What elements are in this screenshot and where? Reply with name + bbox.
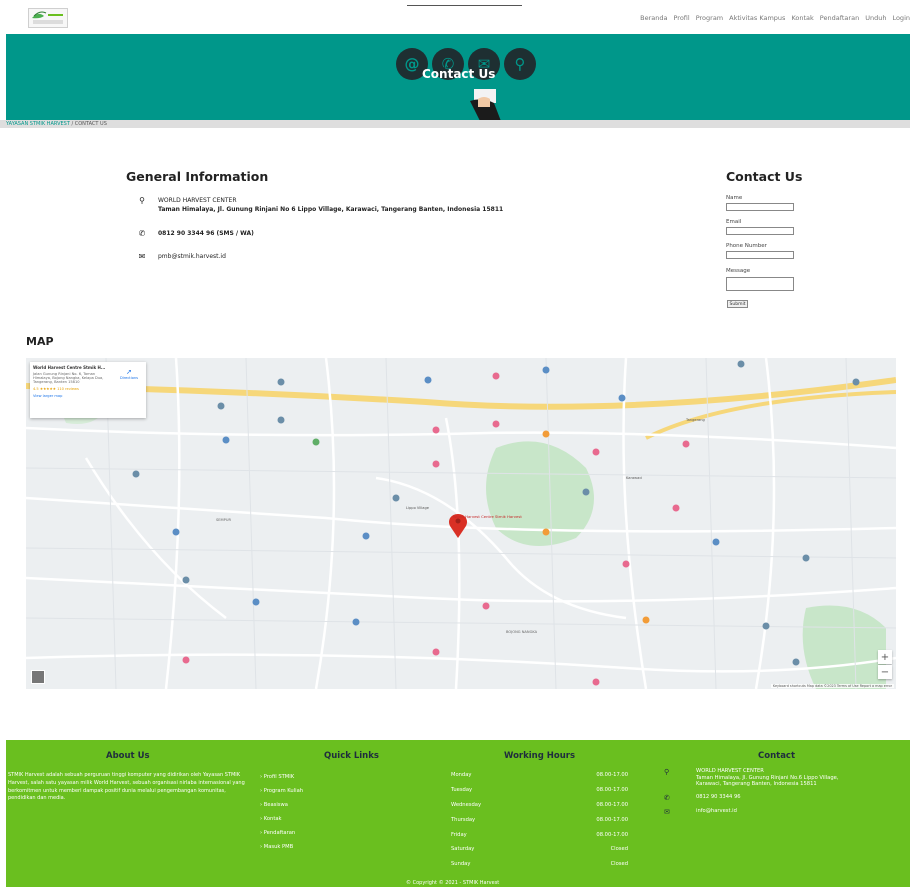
footer-contact-title: Contact (758, 751, 796, 761)
phone-input[interactable] (726, 251, 794, 259)
footer-links-title: Quick Links (324, 751, 379, 761)
map-label-bojong: BOJONG NANGKA (506, 630, 538, 634)
nav-item-unduh[interactable]: Unduh (865, 14, 886, 22)
footer-about-title: About Us (106, 751, 150, 761)
footer-contact-address: ⚲ WORLD HARVEST CENTER Taman Himalaya, J… (664, 768, 864, 788)
breadcrumb-current: CONTACT US (74, 121, 107, 127)
zoom-out-button[interactable]: − (878, 665, 892, 679)
hours-row: Friday 08.00-17.00 (451, 831, 628, 838)
message-label: Message (726, 268, 751, 274)
name-input[interactable] (726, 203, 794, 211)
phone-label: Phone Number (726, 243, 767, 249)
nav-item-beranda[interactable]: Beranda (640, 14, 667, 22)
zoom-in-button[interactable]: + (878, 650, 892, 664)
footer-contact-phone-text: 0812 90 3344 96 (696, 793, 741, 800)
hours-row: Tuesday 08.00-17.00 (451, 787, 628, 794)
footer-contact-email-text[interactable]: info@harvest.id (696, 808, 737, 816)
map-title: MAP (26, 335, 54, 348)
email-label: Email (726, 219, 742, 225)
footer-contact-address-text: Taman Himalaya, Jl. Gunung Rinjani No.6 … (696, 774, 839, 788)
general-info-title: General Information (126, 169, 269, 184)
map-marker-icon: ⚲ (139, 196, 145, 205)
info-org-name: WORLD HARVEST CENTER (158, 197, 237, 204)
footer-contact-email: ✉ info@harvest.id (664, 808, 864, 816)
footer-hours-title: Working Hours (504, 751, 576, 761)
contact-form-title: Contact Us (726, 169, 803, 184)
info-address: ⚲ WORLD HARVEST CENTER Taman Himalaya, J… (138, 196, 504, 214)
footer-link[interactable]: › Kontak (260, 812, 303, 826)
top-navbar: Beranda Profil Program Aktivitas Kampus … (0, 0, 910, 34)
hours-row: Thursday 08.00-17.00 (451, 816, 628, 823)
footer-contact: ⚲ WORLD HARVEST CENTER Taman Himalaya, J… (664, 768, 864, 822)
nav-item-login[interactable]: Login (892, 14, 910, 22)
nav-item-aktivitas[interactable]: Aktivitas Kampus (729, 14, 785, 22)
hand-holding-phone-icon (470, 89, 501, 120)
nav-item-profil[interactable]: Profil (673, 14, 689, 22)
footer-about-text: STMIK Harvest adalah sebuah perguruan ti… (8, 772, 245, 802)
info-phone: ✆ 0812 90 3344 96 (SMS / WA) (138, 230, 254, 238)
nav-item-program[interactable]: Program (696, 14, 723, 22)
map-tiles (26, 358, 896, 689)
map-card-address: Jalan Gunung Rinjani No. 6, Taman Himala… (33, 372, 104, 384)
nav-item-pendaftaran[interactable]: Pendaftaran (820, 14, 859, 22)
map-center-label: World Harvest Centre Stmik Harvest (453, 514, 522, 519)
directions-button[interactable]: ➚ Directions (118, 368, 140, 380)
site-logo[interactable] (28, 8, 68, 28)
info-email: ✉ pmb@stmik.harvest.id (138, 253, 226, 261)
footer-link[interactable]: › Profil STMIK (260, 770, 303, 784)
map-label-karawaci: Karawaci (626, 476, 643, 480)
main-nav: Beranda Profil Program Aktivitas Kampus … (640, 14, 910, 22)
directions-label: Directions (119, 376, 139, 380)
footer-link[interactable]: › Pendaftaran (260, 826, 303, 840)
breadcrumb-home[interactable]: YAYASAN STMIK HARVEST (6, 121, 70, 127)
hours-row: Sunday Closed (451, 861, 628, 868)
breadcrumb: YAYASAN STMIK HARVEST / CONTACT US (6, 121, 107, 127)
phone-icon: ✆ (138, 229, 146, 238)
hours-row: Saturday Closed (451, 846, 628, 853)
footer-link[interactable]: › Masuk PMB (260, 840, 303, 854)
footer-hours-table: Monday 08.00-17.00 Tuesday 08.00-17.00 Wed… (451, 768, 628, 872)
info-address-text: Taman Himalaya, Jl. Gunung Rinjani No 6 … (158, 206, 504, 213)
info-email-text[interactable]: pmb@stmik.harvest.id (158, 253, 226, 261)
nav-item-kontak[interactable]: Kontak (791, 14, 813, 22)
site-footer: About Us STMIK Harvest adalah sebuah per… (6, 740, 910, 887)
hero-banner: @ ✆ ✉ ⚲ Contact Us (6, 34, 910, 120)
hours-row: Wednesday 08.00-17.00 (451, 801, 628, 808)
street-view-pegman-icon[interactable] (31, 670, 45, 684)
footer-link[interactable]: › Beasiswa (260, 798, 303, 812)
map-card-rating: 4.5 ★★★★★ 110 reviews (33, 387, 79, 391)
location-pin-icon: ⚲ (504, 48, 536, 80)
phone-icon: ✆ (664, 793, 670, 802)
directions-icon: ➚ (126, 368, 132, 376)
email-input[interactable] (726, 227, 794, 235)
footer-links: › Profil STMIK › Program Kuliah › Beasis… (260, 770, 303, 854)
message-textarea[interactable] (726, 277, 794, 291)
footer-link[interactable]: › Program Kuliah (260, 784, 303, 798)
name-label: Name (726, 195, 743, 201)
envelope-icon: ✉ (138, 252, 146, 261)
map-label-tangerang: Tangerang (686, 418, 705, 422)
view-larger-map-link[interactable]: View larger map (33, 394, 143, 398)
envelope-icon: ✉ (664, 807, 670, 816)
hours-row: Monday 08.00-17.00 (451, 772, 628, 779)
breadcrumb-bar (0, 120, 910, 128)
hero-title: Contact Us (422, 67, 496, 81)
map-label-sempur: SEMPUR (216, 518, 231, 522)
submit-button[interactable]: Submit (727, 300, 748, 308)
contact-page: Beranda Profil Program Aktivitas Kampus … (0, 0, 910, 887)
top-divider (407, 5, 522, 6)
map-label-lippo: Lippo Village (406, 506, 429, 510)
google-map[interactable]: SEMPUR BOJONG NANGKA Lippo Village Tange… (26, 358, 896, 689)
footer-copyright: © Copyright © 2021 - STMIK Harvest (406, 880, 500, 886)
map-marker-icon: ⚲ (664, 768, 670, 776)
map-attribution[interactable]: Keyboard shortcuts Map data ©2023 Terms … (770, 684, 894, 688)
info-phone-text: 0812 90 3344 96 (SMS / WA) (158, 230, 254, 237)
map-place-card: World Harvest Centre Stmik H... Jalan Gu… (30, 362, 146, 418)
footer-contact-phone: ✆ 0812 90 3344 96 (664, 794, 864, 802)
